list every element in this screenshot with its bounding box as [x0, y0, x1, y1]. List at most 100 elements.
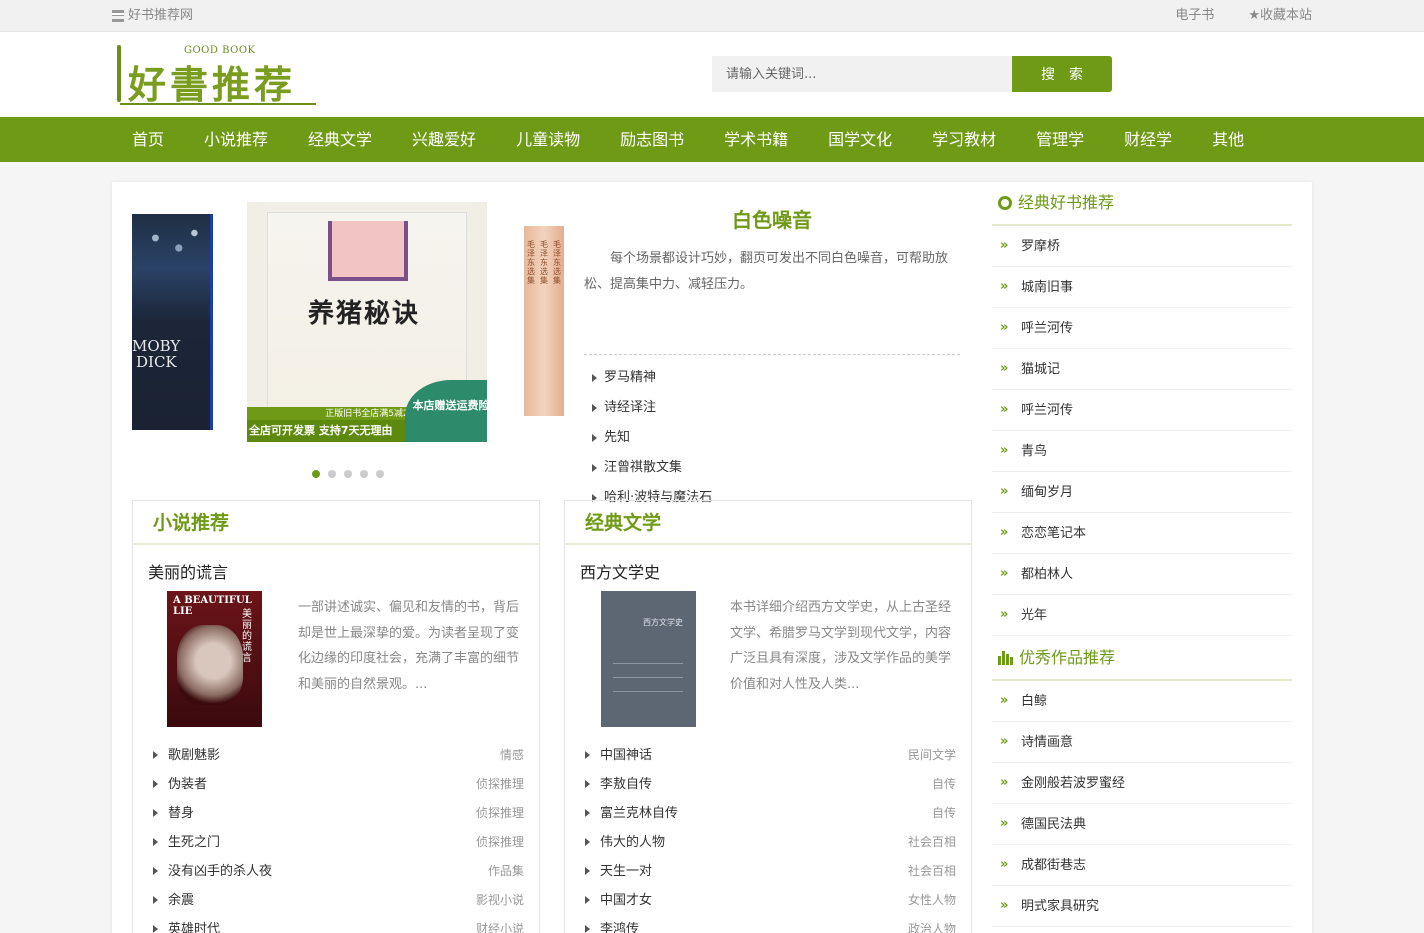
nav-inspire[interactable]: 励志图书 — [600, 117, 704, 162]
list-item[interactable]: » 城南旧事 — [992, 267, 1292, 308]
list-item[interactable]: » 猫城记 — [992, 349, 1292, 390]
list-item[interactable]: 中国神话 民间文学 — [580, 741, 956, 770]
nav-classic[interactable]: 经典文学 — [288, 117, 392, 162]
spine-1: 毛泽东选集 — [527, 240, 535, 285]
category-tag[interactable]: 作品集 — [488, 857, 524, 886]
book-cover[interactable]: 西方文学史 — [601, 591, 696, 727]
category-tag[interactable]: 侦探推理 — [476, 828, 524, 857]
category-tag[interactable]: 社会百相 — [908, 828, 956, 857]
search-button[interactable]: 搜索 — [1012, 56, 1112, 92]
double-chevron-icon: » — [1000, 484, 1009, 499]
list-item[interactable]: » 恋恋笔记本 — [992, 513, 1292, 554]
section-book-title[interactable]: 西方文学史 — [580, 559, 956, 583]
list-item[interactable]: 替身 侦探推理 — [148, 799, 524, 828]
main-nav: 首页 小说推荐 经典文学 兴趣爱好 儿童读物 励志图书 学术书籍 国学文化 学习… — [0, 117, 1424, 162]
nav-finance[interactable]: 财经学 — [1104, 117, 1192, 162]
list-item[interactable]: 歌剧魅影 情感 — [148, 741, 524, 770]
list-item[interactable]: » 光年 — [992, 595, 1292, 636]
nav-textbook[interactable]: 学习教材 — [912, 117, 1016, 162]
category-tag[interactable]: 侦探推理 — [476, 770, 524, 799]
book-list: 中国神话 民间文学 李敖自传 自传 富兰克林自传 自传 伟大的人物 社会百相 天生一对社… — [580, 741, 956, 933]
sidebar-list-classic: » 罗摩桥 » 城南旧事 » 呼兰河传 » 猫城记 » 呼兰河传 » 青鸟 » 缅甸岁月 » 恋… — [992, 226, 1292, 636]
category-tag[interactable]: 自传 — [932, 799, 956, 828]
category-tag[interactable]: 侦探推理 — [476, 799, 524, 828]
category-tag[interactable]: 女性人物 — [908, 886, 956, 915]
list-item[interactable]: 罗马精神 — [584, 363, 960, 393]
site-name[interactable]: 好书推荐网 — [112, 0, 193, 32]
double-chevron-icon: » — [1000, 525, 1009, 540]
slider-dot[interactable] — [360, 470, 368, 478]
category-tag[interactable]: 民间文学 — [908, 741, 956, 770]
slide-next-cover[interactable]: 毛泽东选集 毛泽东选集 毛泽东选集 — [524, 226, 564, 416]
list-item[interactable]: » 罗摩桥 — [992, 226, 1292, 267]
category-tag[interactable]: 政治人物 — [908, 915, 956, 933]
slider-dot[interactable] — [376, 470, 384, 478]
list-item[interactable]: 英雄时代 财经小说 — [148, 915, 524, 933]
list-item[interactable]: » 都柏林人 — [992, 554, 1292, 595]
list-item[interactable]: 天生一对 社会百相 — [580, 857, 956, 886]
list-item[interactable]: » 呼兰河传 — [992, 308, 1292, 349]
list-item[interactable]: » 诗情画意 — [992, 722, 1292, 763]
triangle-icon — [592, 404, 597, 412]
list-item[interactable]: 生死之门 侦探推理 — [148, 828, 524, 857]
search-input[interactable] — [712, 56, 1012, 92]
list-item[interactable]: 李敖自传 自传 — [580, 770, 956, 799]
list-item[interactable]: 中国才女 女性人物 — [580, 886, 956, 915]
site-name-text: 好书推荐网 — [128, 8, 194, 23]
slider-dot[interactable] — [328, 470, 336, 478]
category-tag[interactable]: 影视小说 — [476, 886, 524, 915]
category-tag[interactable]: 情感 — [500, 741, 524, 770]
list-item[interactable]: » 缅甸岁月 — [992, 472, 1292, 513]
list-item[interactable]: 伟大的人物 社会百相 — [580, 828, 956, 857]
triangle-icon — [585, 751, 590, 759]
sidebar-title: 优秀作品推荐 — [1019, 648, 1116, 667]
category-tag[interactable]: 自传 — [932, 770, 956, 799]
list-item[interactable]: 富兰克林自传 自传 — [580, 799, 956, 828]
triangle-icon — [153, 925, 158, 933]
bookmark-site-link[interactable]: ★收藏本站 — [1248, 0, 1312, 32]
triangle-icon — [585, 925, 590, 933]
category-tag[interactable]: 社会百相 — [908, 857, 956, 886]
triangle-icon — [592, 374, 597, 382]
ebook-link[interactable]: 电子书 — [1175, 0, 1214, 32]
list-item[interactable]: » 呼兰河传 — [992, 390, 1292, 431]
slide-prev-cover[interactable]: MOBY DICK — [132, 214, 213, 430]
cover-title: 西方文学史 — [643, 618, 683, 627]
list-item[interactable]: 伪装者 侦探推理 — [148, 770, 524, 799]
slider-dot[interactable] — [312, 470, 320, 478]
top-bar: 好书推荐网 电子书 ★收藏本站 — [0, 0, 1424, 32]
list-item[interactable]: » 金刚般若波罗蜜经 — [992, 763, 1292, 804]
list-item[interactable]: » 白鲸 — [992, 681, 1292, 722]
nav-home[interactable]: 首页 — [112, 117, 184, 162]
nav-hobby[interactable]: 兴趣爱好 — [392, 117, 496, 162]
triangle-icon — [585, 780, 590, 788]
slider-dots — [312, 470, 384, 478]
list-item[interactable]: 余震 影视小说 — [148, 886, 524, 915]
list-icon — [112, 10, 124, 22]
logo[interactable]: GOOD BOOK 好書推荐 — [114, 42, 319, 108]
featured-title[interactable]: 白色噪音 — [584, 202, 960, 242]
category-tag[interactable]: 财经小说 — [476, 915, 524, 933]
section-header[interactable]: 经典文学 — [565, 501, 971, 545]
nav-academic[interactable]: 学术书籍 — [704, 117, 808, 162]
list-item[interactable]: 汪曾祺散文集 — [584, 453, 960, 483]
nav-other[interactable]: 其他 — [1192, 117, 1264, 162]
sidebar-list-excellent: » 白鲸 » 诗情画意 » 金刚般若波罗蜜经 » 德国民法典 » 成都街巷志 » 明式家具研… — [992, 681, 1292, 927]
list-item[interactable]: » 青鸟 — [992, 431, 1292, 472]
list-item[interactable]: 没有凶手的杀人夜 作品集 — [148, 857, 524, 886]
section-header[interactable]: 小说推荐 — [133, 501, 539, 545]
list-item[interactable]: 先知 — [584, 423, 960, 453]
slide-current-cover[interactable]: 养猪秘诀 正版旧书全店满5减2 全店可开发票 支持7天无理由 本店赠送运费险 — [247, 202, 487, 442]
nav-novel[interactable]: 小说推荐 — [184, 117, 288, 162]
section-book-title[interactable]: 美丽的谎言 — [148, 559, 524, 583]
list-item[interactable]: » 明式家具研究 — [992, 886, 1292, 927]
nav-guoxue[interactable]: 国学文化 — [808, 117, 912, 162]
nav-management[interactable]: 管理学 — [1016, 117, 1104, 162]
list-item[interactable]: » 德国民法典 — [992, 804, 1292, 845]
nav-children[interactable]: 儿童读物 — [496, 117, 600, 162]
book-cover[interactable]: A BEAUTIFUL LIE 美丽的谎言 — [167, 591, 262, 727]
list-item[interactable]: 李鸿传 政治人物 — [580, 915, 956, 933]
slider-dot[interactable] — [344, 470, 352, 478]
list-item[interactable]: » 成都街巷志 — [992, 845, 1292, 886]
list-item[interactable]: 诗经译注 — [584, 393, 960, 423]
